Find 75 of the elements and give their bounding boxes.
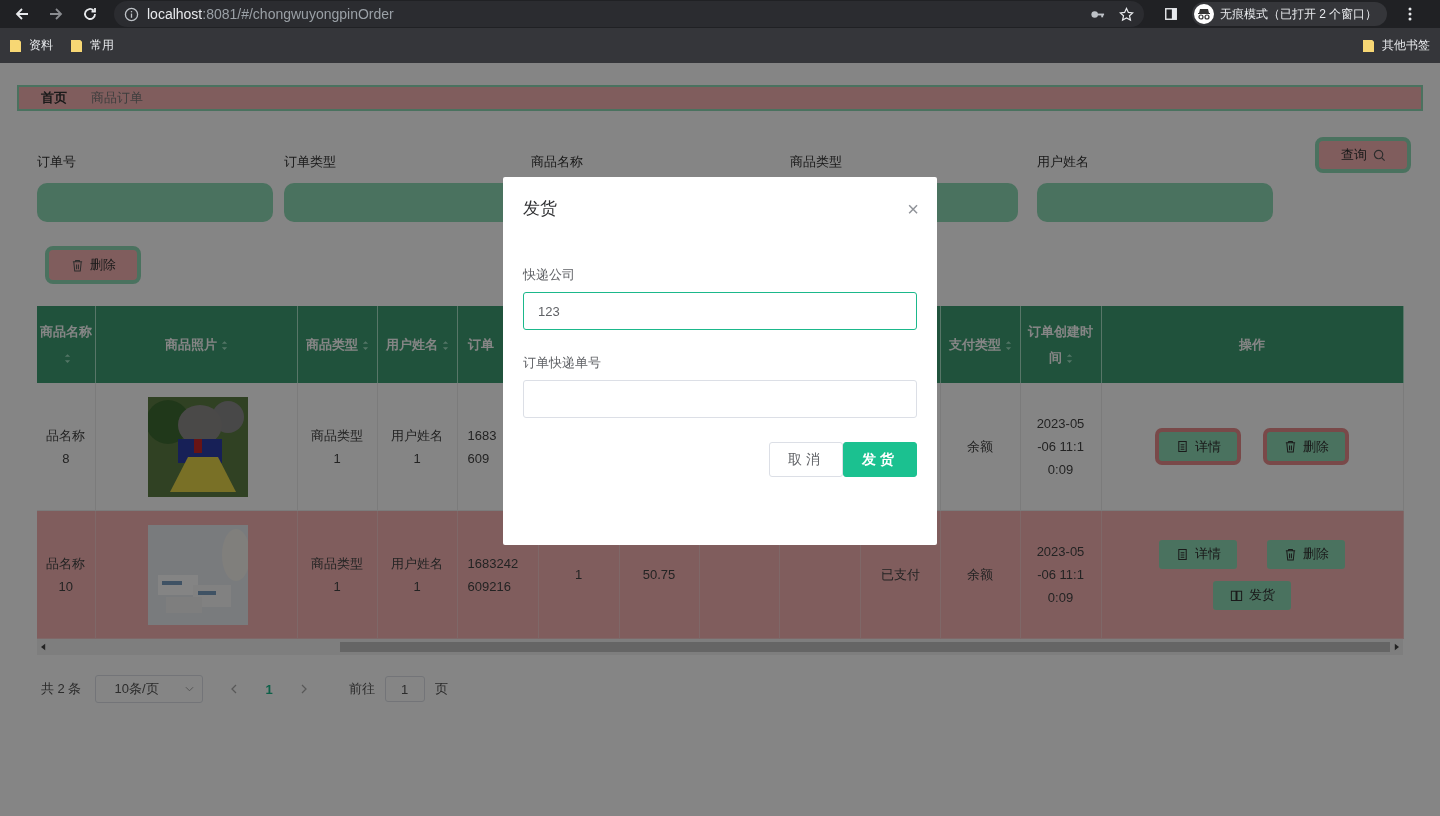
- search-button[interactable]: 查询: [1315, 137, 1411, 173]
- sidebar-icon[interactable]: [1164, 7, 1178, 21]
- filter-label: 订单号: [37, 153, 77, 171]
- table-cell: 余额: [940, 510, 1020, 639]
- table-cell: 用户姓名 1: [377, 510, 457, 639]
- breadcrumb-link[interactable]: 首页: [41, 89, 67, 107]
- incognito-icon: [1194, 4, 1214, 24]
- folder-icon: [1363, 39, 1374, 52]
- row-action-button[interactable]: 删除: [1267, 539, 1345, 569]
- row-action-button[interactable]: 详情: [1159, 539, 1237, 569]
- filter-label: 订单类型: [284, 153, 337, 171]
- document-icon: [1175, 547, 1189, 561]
- column-header[interactable]: 支付类型: [940, 306, 1020, 383]
- page-input[interactable]: 1: [384, 676, 425, 702]
- column-header[interactable]: 商品名称: [37, 306, 95, 383]
- sort-icon[interactable]: [441, 339, 449, 351]
- previous-page-icon[interactable]: [231, 684, 238, 694]
- url-text: localhost:8081/#/chongwuyongpinOrder: [147, 6, 394, 22]
- chevron-down-icon: [185, 686, 195, 692]
- dialog-title: 发货: [523, 198, 557, 220]
- book-icon: [1229, 588, 1243, 602]
- bookmark-folder[interactable]: 常用: [71, 37, 114, 54]
- trash-icon: [1283, 440, 1297, 453]
- cancel-button[interactable]: 取消: [769, 442, 843, 477]
- table-cell: 商品类型 1: [297, 510, 377, 639]
- column-header[interactable]: 订单创建时间: [1020, 306, 1101, 383]
- table-cell: 品名称 8: [37, 383, 95, 511]
- page-size-select[interactable]: 10条/页: [95, 675, 204, 703]
- trash-icon: [70, 258, 84, 272]
- filter-field[interactable]: [1037, 183, 1273, 222]
- next-page-icon[interactable]: [300, 684, 307, 694]
- field-label: 快递公司: [523, 266, 576, 284]
- goto-label: 前往: [348, 680, 375, 698]
- table-cell: 2023-05 -06 11:1 0:09: [1020, 510, 1101, 639]
- column-header[interactable]: 操作: [1101, 306, 1403, 383]
- sort-icon[interactable]: [1004, 339, 1012, 351]
- filter-label: 商品名称: [531, 153, 584, 171]
- column-header[interactable]: 商品照片: [95, 306, 297, 383]
- sort-icon[interactable]: [1065, 352, 1073, 364]
- horizontal-scrollbar[interactable]: [37, 639, 1403, 655]
- bookmark-folder[interactable]: 其他书签: [1363, 37, 1430, 54]
- page-suffix: 页: [434, 680, 448, 698]
- page-number[interactable]: 1: [265, 681, 273, 697]
- menu-icon[interactable]: [1407, 6, 1414, 22]
- breadcrumb-link[interactable]: 商品订单: [91, 89, 143, 107]
- table-cell: 2023-05 -06 11:1 0:09: [1020, 383, 1101, 511]
- info-icon: [124, 6, 139, 22]
- row-action-button[interactable]: 发货: [1213, 580, 1291, 610]
- column-header[interactable]: 商品类型: [297, 306, 377, 383]
- confirm-button[interactable]: 发货: [843, 442, 917, 477]
- sort-icon[interactable]: [64, 352, 72, 364]
- trash-icon: [1283, 547, 1297, 561]
- table-cell: 用户姓名 1: [377, 383, 457, 511]
- input-field[interactable]: 123: [523, 292, 917, 330]
- search-icon: [1372, 148, 1386, 162]
- table-cell: 品名称 10: [37, 510, 95, 639]
- table-cell: 商品类型 1: [297, 383, 377, 511]
- delete-button[interactable]: 删除: [45, 246, 141, 284]
- table-cell: 余额: [940, 383, 1020, 511]
- sort-icon[interactable]: [361, 339, 369, 351]
- filter-field[interactable]: [37, 183, 273, 222]
- sort-icon[interactable]: [220, 339, 228, 351]
- folder-icon: [71, 39, 82, 52]
- folder-icon: [10, 39, 21, 52]
- document-icon: [1175, 440, 1189, 453]
- incognito-chip[interactable]: 无痕模式（已打开 2 个窗口）: [1192, 2, 1388, 26]
- filter-label: 用户姓名: [1037, 153, 1090, 171]
- column-header[interactable]: 用户姓名: [377, 306, 457, 383]
- star-icon[interactable]: [1119, 6, 1134, 22]
- address-bar[interactable]: localhost:8081/#/chongwuyongpinOrder: [114, 1, 1144, 27]
- close-button[interactable]: ×: [907, 198, 919, 219]
- bookmark-folder[interactable]: 资料: [10, 37, 53, 54]
- filter-label: 商品类型: [790, 153, 843, 171]
- input-field[interactable]: [523, 380, 917, 418]
- total-count: 共 2 条: [41, 680, 82, 698]
